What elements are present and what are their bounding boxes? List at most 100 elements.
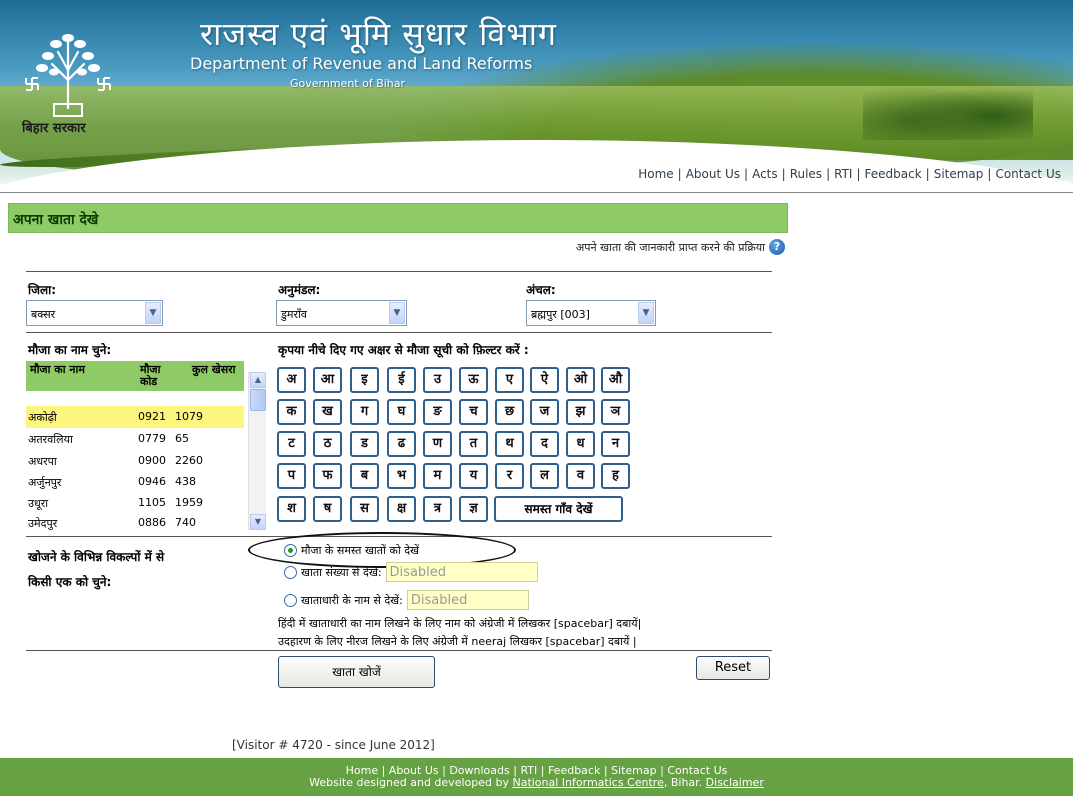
reset-button[interactable]: Reset <box>696 656 770 680</box>
radio-icon[interactable] <box>284 593 297 607</box>
footer-nic-link[interactable]: National Informatics Centre <box>512 776 663 789</box>
letter-button[interactable]: त <box>459 431 488 457</box>
letter-button[interactable]: ऊ <box>459 367 488 393</box>
mauza-code: 0779 <box>138 432 166 445</box>
letter-button[interactable]: अ <box>277 367 306 393</box>
letter-button[interactable]: घ <box>387 399 416 425</box>
letter-button[interactable]: ऐ <box>530 367 559 393</box>
letter-button[interactable]: ञ <box>601 399 630 425</box>
letter-button[interactable]: ख <box>313 399 342 425</box>
mauza-row[interactable]: अतरवलिया 0779 65 <box>26 428 244 450</box>
subdivision-label: अनुमंडल: <box>278 283 321 297</box>
letter-button[interactable]: क्ष <box>387 496 416 522</box>
mauza-row[interactable]: अकोढ़ी 0921 1079 <box>26 406 244 428</box>
scroll-thumb[interactable] <box>250 389 266 411</box>
letter-button[interactable]: र <box>495 463 524 489</box>
letter-button[interactable]: इ <box>350 367 379 393</box>
nav-about-us[interactable]: About Us <box>686 167 740 181</box>
mauza-row[interactable]: उधूरा 1105 1959 <box>26 492 244 514</box>
option-account-number-label: खाता संख्या से देखें: <box>301 565 382 579</box>
nav-sitemap[interactable]: Sitemap <box>934 167 984 181</box>
option-account-number[interactable]: खाता संख्या से देखें: <box>284 562 538 582</box>
hint-note-2: उदहारण के लिए नीरज लिखने के लिए अंग्रेजी… <box>278 635 637 648</box>
letter-button[interactable]: औ <box>601 367 630 393</box>
scroll-down-icon[interactable]: ▼ <box>250 514 266 530</box>
letter-button[interactable]: झ <box>566 399 595 425</box>
letter-button[interactable]: छ <box>495 399 524 425</box>
chevron-down-icon[interactable]: ▼ <box>389 302 405 324</box>
mauza-row[interactable]: अर्जुनपुर 0946 438 <box>26 471 244 493</box>
letter-button[interactable]: थ <box>495 431 524 457</box>
letter-button[interactable]: ध <box>566 431 595 457</box>
district-select[interactable]: बक्सर ▼ <box>26 300 163 326</box>
circle-select[interactable]: ब्रह्मपुर [003] ▼ <box>526 300 656 326</box>
nav-rules[interactable]: Rules <box>790 167 822 181</box>
letter-button[interactable]: प <box>277 463 306 489</box>
letter-button[interactable]: ओ <box>566 367 595 393</box>
letter-button[interactable]: ल <box>530 463 559 489</box>
help-link[interactable]: अपने खाता की जानकारी प्राप्त करने की प्र… <box>576 239 785 255</box>
mauza-khesra: 2260 <box>175 454 203 467</box>
letter-button[interactable]: ब <box>350 463 379 489</box>
help-link-text[interactable]: अपने खाता की जानकारी प्राप्त करने की प्र… <box>576 240 765 255</box>
letter-button[interactable]: ज <box>530 399 559 425</box>
all-villages-button[interactable]: समस्त गाँव देखें <box>494 496 623 522</box>
subdivision-select[interactable]: डुमराँव ▼ <box>276 300 407 326</box>
mauza-col-name: मौजा का नाम <box>30 363 85 376</box>
option-owner-name[interactable]: खाताधारी के नाम से देखें: <box>284 590 529 610</box>
letter-button[interactable]: ढ <box>387 431 416 457</box>
mauza-name: अतरवलिया <box>28 433 73 446</box>
mauza-row[interactable]: अधरपा 0900 2260 <box>26 450 244 472</box>
mauza-khesra: 65 <box>175 432 189 445</box>
letter-button[interactable]: ह <box>601 463 630 489</box>
letter-button[interactable]: श <box>277 496 306 522</box>
scroll-up-icon[interactable]: ▲ <box>250 372 266 388</box>
nav-contact-us[interactable]: Contact Us <box>995 167 1061 181</box>
nav-acts[interactable]: Acts <box>752 167 778 181</box>
nav-feedback[interactable]: Feedback <box>865 167 922 181</box>
letter-button[interactable]: ए <box>495 367 524 393</box>
letter-button[interactable]: आ <box>313 367 342 393</box>
mauza-code: 0921 <box>138 410 166 423</box>
question-help-icon[interactable]: ? <box>769 239 785 255</box>
chevron-down-icon[interactable]: ▼ <box>145 302 161 324</box>
top-nav: Home | About Us | Acts | Rules | RTI | Feedback | Si… <box>638 167 1061 181</box>
letter-button[interactable]: त्र <box>423 496 452 522</box>
nav-home[interactable]: Home <box>638 167 673 181</box>
chevron-down-icon[interactable]: ▼ <box>638 302 654 324</box>
letter-button[interactable]: ग <box>350 399 379 425</box>
mauza-row[interactable]: उमेदपुर 0886 740 <box>26 512 244 534</box>
letter-button[interactable]: स <box>350 496 379 522</box>
account-number-input <box>385 562 538 582</box>
letter-button[interactable]: द <box>530 431 559 457</box>
footer-disclaimer-link[interactable]: Disclaimer <box>706 776 764 789</box>
letter-button[interactable]: व <box>566 463 595 489</box>
letter-button[interactable]: च <box>459 399 488 425</box>
letter-button[interactable]: क <box>277 399 306 425</box>
letter-button[interactable]: भ <box>387 463 416 489</box>
letter-button[interactable]: ङ <box>423 399 452 425</box>
letter-button[interactable]: ठ <box>313 431 342 457</box>
letter-button[interactable]: म <box>423 463 452 489</box>
search-account-button[interactable]: खाता खोजें <box>278 656 435 688</box>
letter-button[interactable]: ज्ञ <box>459 496 488 522</box>
letter-button[interactable]: ई <box>387 367 416 393</box>
letter-button[interactable]: य <box>459 463 488 489</box>
letter-button[interactable]: उ <box>423 367 452 393</box>
bihar-emblem-icon <box>25 34 111 117</box>
nav-rti[interactable]: RTI <box>834 167 852 181</box>
letter-button[interactable]: ट <box>277 431 306 457</box>
site-subtitle: Government of Bihar <box>290 77 406 90</box>
radio-icon[interactable] <box>284 565 297 579</box>
letter-button[interactable]: ड <box>350 431 379 457</box>
mauza-code: 1105 <box>138 496 166 509</box>
option-all-accounts[interactable]: मौजा के समस्त खातों को देखें <box>284 543 419 558</box>
letter-button[interactable]: न <box>601 431 630 457</box>
radio-selected-icon[interactable] <box>284 544 297 557</box>
letter-button[interactable]: ष <box>313 496 342 522</box>
letter-button[interactable]: ण <box>423 431 452 457</box>
letter-button[interactable]: फ <box>313 463 342 489</box>
mauza-name: अकोढ़ी <box>28 411 57 424</box>
option-all-accounts-label: मौजा के समस्त खातों को देखें <box>301 544 420 557</box>
mauza-scrollbar[interactable]: ▲ ▼ <box>248 372 266 530</box>
